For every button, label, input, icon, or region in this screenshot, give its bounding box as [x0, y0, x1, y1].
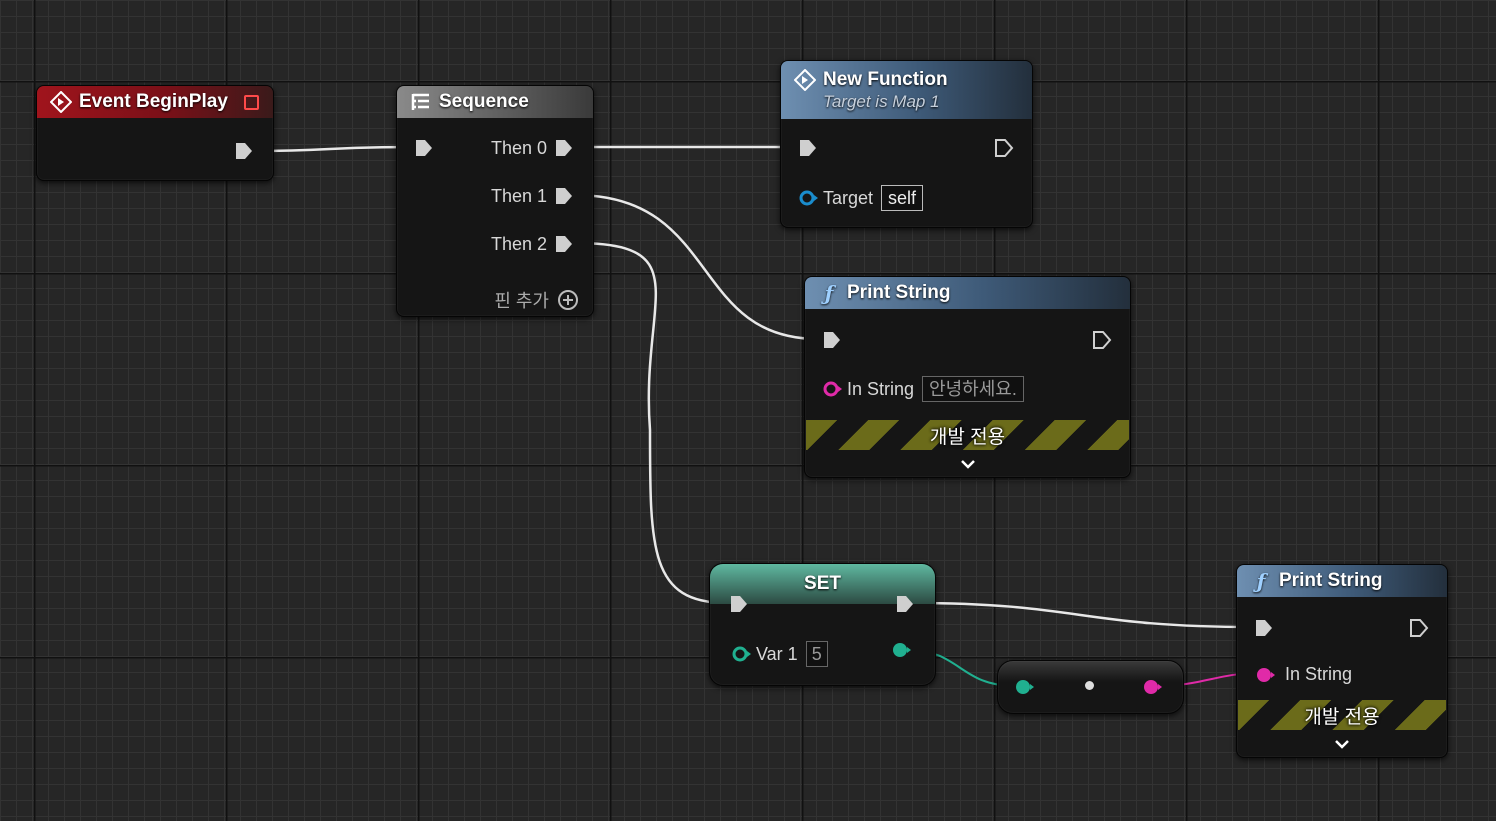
- sequence-icon: [409, 90, 433, 114]
- sequence-header[interactable]: Sequence: [397, 86, 593, 118]
- event-begin-play-header[interactable]: Event BeginPlay: [37, 86, 273, 118]
- set-node[interactable]: SET Var 1 5: [709, 563, 936, 686]
- sequence-node[interactable]: Sequence Then 0 Then 1 Then 2 핀 추가: [396, 85, 594, 317]
- development-only-label-2: 개발 전용: [1304, 706, 1380, 728]
- exec-input-pin[interactable]: [821, 329, 843, 351]
- development-only-label-1: 개발 전용: [929, 426, 1006, 448]
- object-input-pin[interactable]: [799, 190, 818, 206]
- event-begin-play-title: Event BeginPlay: [79, 91, 228, 112]
- var-1-label: Var 1: [756, 643, 798, 664]
- breakpoint-icon[interactable]: [244, 94, 259, 110]
- set-title: SET: [804, 573, 841, 594]
- diamond-arrow-icon: [49, 90, 73, 114]
- int-output-pin[interactable]: [891, 642, 913, 663]
- exec-output-pin[interactable]: [1091, 329, 1113, 351]
- exec-input-pin[interactable]: [797, 137, 819, 159]
- in-string-pin-row-2[interactable]: In String: [1255, 664, 1352, 685]
- exec-output-pin[interactable]: [233, 140, 255, 162]
- plus-circle-icon[interactable]: [557, 289, 579, 311]
- string-input-pin[interactable]: [1255, 667, 1277, 683]
- var-1-pin-row[interactable]: Var 1 5: [732, 641, 828, 667]
- add-pin-label: 핀 추가: [494, 291, 549, 311]
- exec-output-pin[interactable]: [993, 137, 1015, 159]
- exec-input-pin[interactable]: [413, 137, 435, 159]
- chevron-down-icon[interactable]: [1333, 737, 1351, 749]
- chevron-down-icon[interactable]: [959, 457, 977, 469]
- new-function-node[interactable]: New Function Target is Map 1 Target self: [780, 60, 1033, 228]
- print-string-node-2[interactable]: ƒ Print String In String 개발 전용: [1236, 564, 1448, 758]
- in-string-label-1: In String: [847, 378, 915, 399]
- then-1-label: Then 1: [490, 185, 547, 206]
- exec-output-pin[interactable]: [553, 233, 575, 255]
- new-function-subtitle: Target is Map 1: [823, 92, 940, 111]
- int-input-pin[interactable]: [1014, 679, 1036, 700]
- exec-output-pin[interactable]: [553, 185, 575, 207]
- add-pin-button[interactable]: 핀 추가: [494, 287, 579, 313]
- sequence-then-0[interactable]: Then 0: [491, 137, 575, 159]
- print-string-header-1[interactable]: ƒ Print String: [805, 277, 1130, 309]
- int-input-pin[interactable]: [732, 646, 751, 662]
- exec-input-pin[interactable]: [728, 593, 750, 615]
- then-0-label: Then 0: [490, 137, 547, 158]
- string-output-pin[interactable]: [1142, 679, 1164, 700]
- new-function-title: New Function: [823, 69, 948, 90]
- exec-output-pin[interactable]: [1408, 617, 1430, 639]
- diamond-arrow-icon: [793, 68, 817, 92]
- print-string-header-2[interactable]: ƒ Print String: [1237, 565, 1447, 597]
- conversion-dot-icon: [1085, 681, 1094, 690]
- sequence-title: Sequence: [439, 91, 529, 112]
- sequence-then-2[interactable]: Then 2: [491, 233, 575, 255]
- sequence-then-1[interactable]: Then 1: [491, 185, 575, 207]
- then-2-label: Then 2: [490, 233, 547, 254]
- development-only-banner-1: 개발 전용: [806, 420, 1129, 450]
- var-1-value-box[interactable]: 5: [805, 641, 828, 667]
- in-string-label-2: In String: [1285, 664, 1353, 684]
- print-string-title-2: Print String: [1279, 570, 1383, 591]
- exec-output-pin[interactable]: [894, 593, 916, 615]
- string-input-pin[interactable]: [823, 381, 842, 397]
- in-string-pin-row-1[interactable]: In String 안녕하세요.: [823, 376, 1024, 402]
- function-f-icon: ƒ: [1256, 569, 1266, 593]
- exec-wire-set-to-printstring2[interactable]: [911, 601, 1255, 629]
- print-string-title-1: Print String: [847, 282, 951, 303]
- exec-input-pin[interactable]: [1253, 617, 1275, 639]
- exec-output-pin[interactable]: [553, 137, 575, 159]
- exec-wire-then2-to-set[interactable]: [574, 241, 728, 605]
- print-string-node-1[interactable]: ƒ Print String In String 안녕하세요. 개발 전용: [804, 276, 1131, 478]
- new-function-header[interactable]: New Function Target is Map 1: [781, 61, 1032, 119]
- target-pin-row[interactable]: Target self: [799, 185, 924, 211]
- event-begin-play-node[interactable]: Event BeginPlay: [36, 85, 274, 181]
- conversion-node[interactable]: [997, 660, 1184, 714]
- development-only-banner-2: 개발 전용: [1238, 700, 1446, 730]
- function-f-icon: ƒ: [824, 281, 834, 305]
- target-value-box[interactable]: self: [881, 185, 924, 211]
- target-label: Target: [823, 187, 874, 208]
- in-string-value-box[interactable]: 안녕하세요.: [922, 376, 1024, 402]
- exec-wire-begin-to-sequence[interactable]: [251, 145, 413, 153]
